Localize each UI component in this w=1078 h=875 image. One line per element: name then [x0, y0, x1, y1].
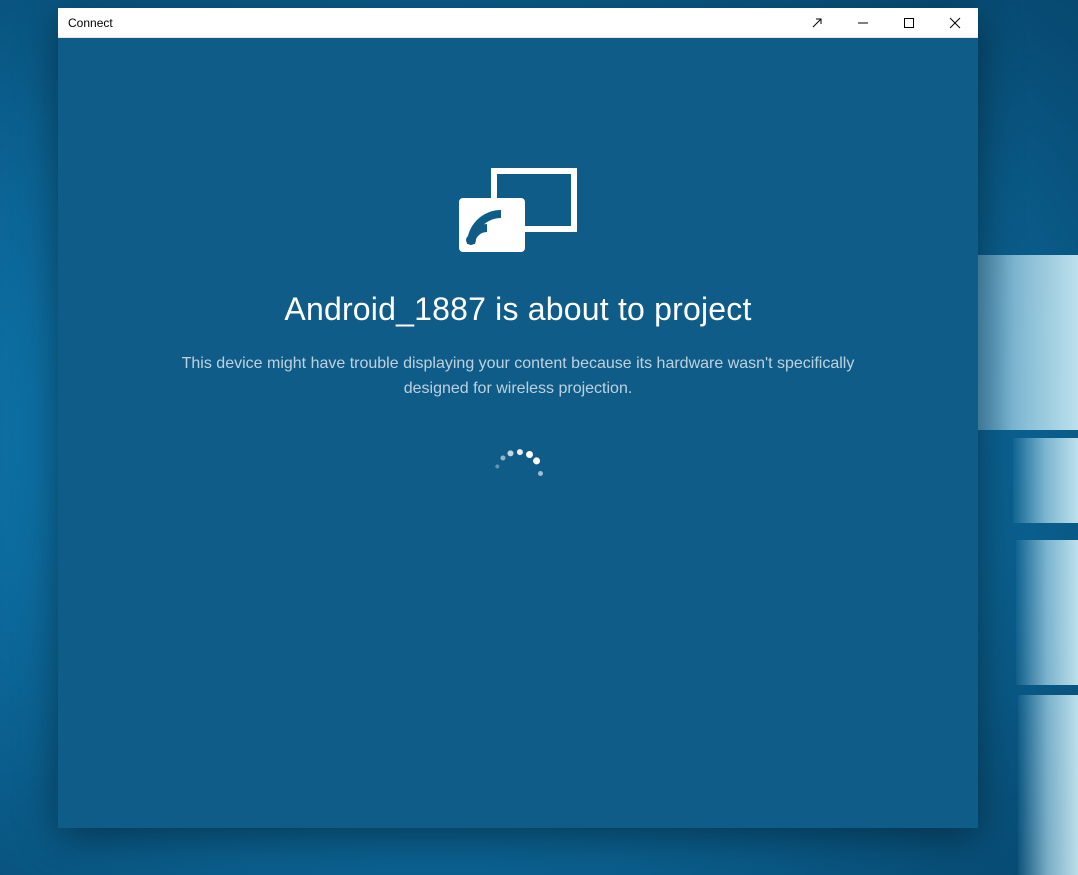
maximize-icon — [903, 17, 915, 29]
minimize-button[interactable] — [840, 8, 886, 38]
maximize-button[interactable] — [886, 8, 932, 38]
close-button[interactable] — [932, 8, 978, 38]
expand-button[interactable] — [794, 8, 840, 38]
cast-screen-icon — [459, 168, 577, 261]
loading-spinner-icon — [490, 446, 546, 502]
projection-headline: Android_1887 is about to project — [284, 291, 751, 328]
close-icon — [949, 17, 961, 29]
window-title: Connect — [58, 16, 113, 30]
connect-app-window: Connect — [58, 8, 978, 828]
expand-diagonal-icon — [811, 17, 823, 29]
content-area: Android_1887 is about to project This de… — [58, 38, 978, 828]
projection-warning-text: This device might have trouble displayin… — [148, 352, 888, 402]
minimize-icon — [857, 17, 869, 29]
titlebar[interactable]: Connect — [58, 8, 978, 38]
